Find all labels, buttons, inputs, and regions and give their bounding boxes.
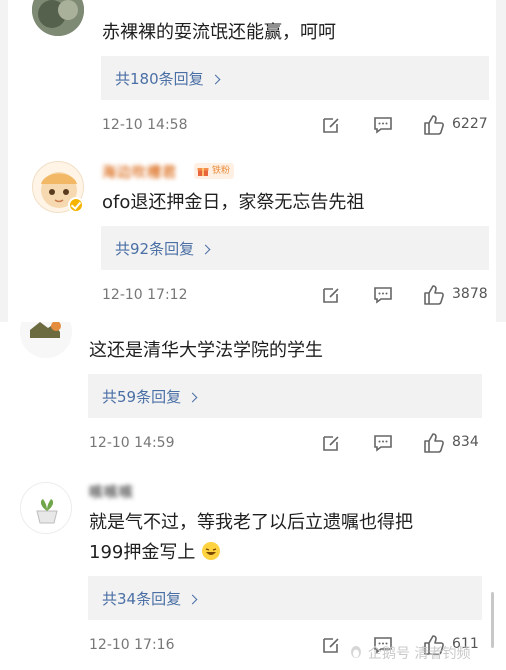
comment-2: 海边吹槽君 铁粉 ofo退还押金日，家祭无忘告先祖 共92条回复 12-10 1…: [0, 150, 506, 322]
comment-4: 咳咳咳 就是气不过，等我老了以后立遗嘱也得把 199押金写上 共34条回复 12…: [0, 472, 506, 670]
comment-3: 这还是清华大学法学院的学生 共59条回复 12-10 14:59 834: [0, 322, 506, 472]
avatar[interactable]: [20, 482, 72, 534]
timestamp: 12-10 17:12: [102, 287, 188, 303]
comment-1: 赤裸裸的耍流氓还能赢，呵呵 共180条回复 12-10 14:58 6227: [0, 0, 506, 150]
reply-box: 共34条回复: [88, 576, 482, 620]
comment-text-line-1: 就是气不过，等我老了以后立遗嘱也得把: [89, 512, 413, 533]
screenshot-bottom: 这还是清华大学法学院的学生 共59条回复 12-10 14:59 834 咳咳咳: [0, 322, 506, 670]
scrollbar[interactable]: [491, 592, 494, 648]
username[interactable]: 咳咳咳: [89, 482, 134, 502]
timestamp: 12-10 17:16: [89, 637, 175, 653]
reply-count-label: 共34条回复: [102, 590, 182, 608]
fan-badge: 铁粉: [194, 163, 235, 179]
thumbs-up-icon: [424, 285, 444, 305]
comment-text-line-2: 199押金写上: [89, 538, 221, 568]
reply-box: 共92条回复: [101, 226, 489, 270]
timestamp: 12-10 14:59: [89, 435, 175, 451]
screenshot-top: 赤裸裸的耍流氓还能赢，呵呵 共180条回复 12-10 14:58 6227 海…: [0, 0, 506, 322]
reply-box: 共59条回复: [88, 374, 482, 418]
username[interactable]: 海边吹槽君: [102, 162, 177, 182]
comment-icon: [374, 287, 392, 304]
thumbs-up-icon: [424, 115, 444, 135]
watermark-text: 企鹅号 清者钓频: [368, 646, 471, 662]
reply-count-label: 共180条回复: [115, 70, 204, 88]
view-replies-link[interactable]: 共180条回复: [115, 68, 221, 89]
like-button[interactable]: 3878: [422, 283, 494, 307]
avatar-image-icon: [20, 322, 72, 358]
view-replies-link[interactable]: 共34条回复: [102, 588, 198, 609]
comment-text: ofo退还押金日，家祭无忘告先祖: [102, 192, 365, 213]
chevron-right-icon: [187, 594, 198, 605]
like-button[interactable]: 6227: [422, 113, 494, 137]
edit-share-icon: [323, 638, 339, 653]
like-button[interactable]: 834: [422, 431, 494, 455]
repost-button[interactable]: [320, 114, 344, 138]
like-count: 3878: [452, 286, 488, 302]
comment-icon: [374, 435, 392, 452]
badge-label: 铁粉: [212, 166, 231, 176]
avatar-image-icon: [32, 0, 84, 36]
repost-button[interactable]: [320, 432, 344, 456]
reply-count-label: 共92条回复: [115, 240, 195, 258]
comment-button[interactable]: [372, 432, 396, 456]
view-replies-link[interactable]: 共59条回复: [102, 386, 198, 407]
edit-share-icon: [323, 436, 339, 451]
chevron-right-icon: [187, 392, 198, 403]
reply-box: 共180条回复: [101, 56, 489, 100]
chevron-right-icon: [210, 74, 221, 85]
like-count: 834: [452, 434, 479, 450]
gift-icon: [197, 168, 209, 176]
laughing-emoji-icon: [202, 542, 221, 560]
repost-button[interactable]: [320, 284, 344, 308]
chevron-right-icon: [200, 244, 211, 255]
timestamp: 12-10 14:58: [102, 117, 188, 133]
watermark: 企鹅号 清者钓频: [351, 643, 471, 663]
thumbs-up-icon: [424, 433, 444, 453]
comment-button[interactable]: [372, 114, 396, 138]
avatar[interactable]: [32, 0, 84, 36]
edit-share-icon: [323, 288, 339, 303]
edit-share-icon: [323, 118, 339, 133]
like-count: 6227: [452, 116, 488, 132]
comment-button[interactable]: [372, 284, 396, 308]
plant-pot-avatar-icon: [21, 483, 71, 533]
view-replies-link[interactable]: 共92条回复: [115, 238, 211, 259]
repost-button[interactable]: [320, 634, 344, 658]
avatar[interactable]: [20, 322, 72, 358]
verified-badge-icon: [68, 197, 84, 213]
reply-count-label: 共59条回复: [102, 388, 182, 406]
comment-icon: [374, 117, 392, 134]
comment-text-line-2-content: 199押金写上: [89, 542, 196, 563]
penguin-logo-icon: [351, 646, 361, 658]
comment-text: 赤裸裸的耍流氓还能赢，呵呵: [102, 22, 336, 43]
comment-text: 这还是清华大学法学院的学生: [89, 340, 323, 361]
